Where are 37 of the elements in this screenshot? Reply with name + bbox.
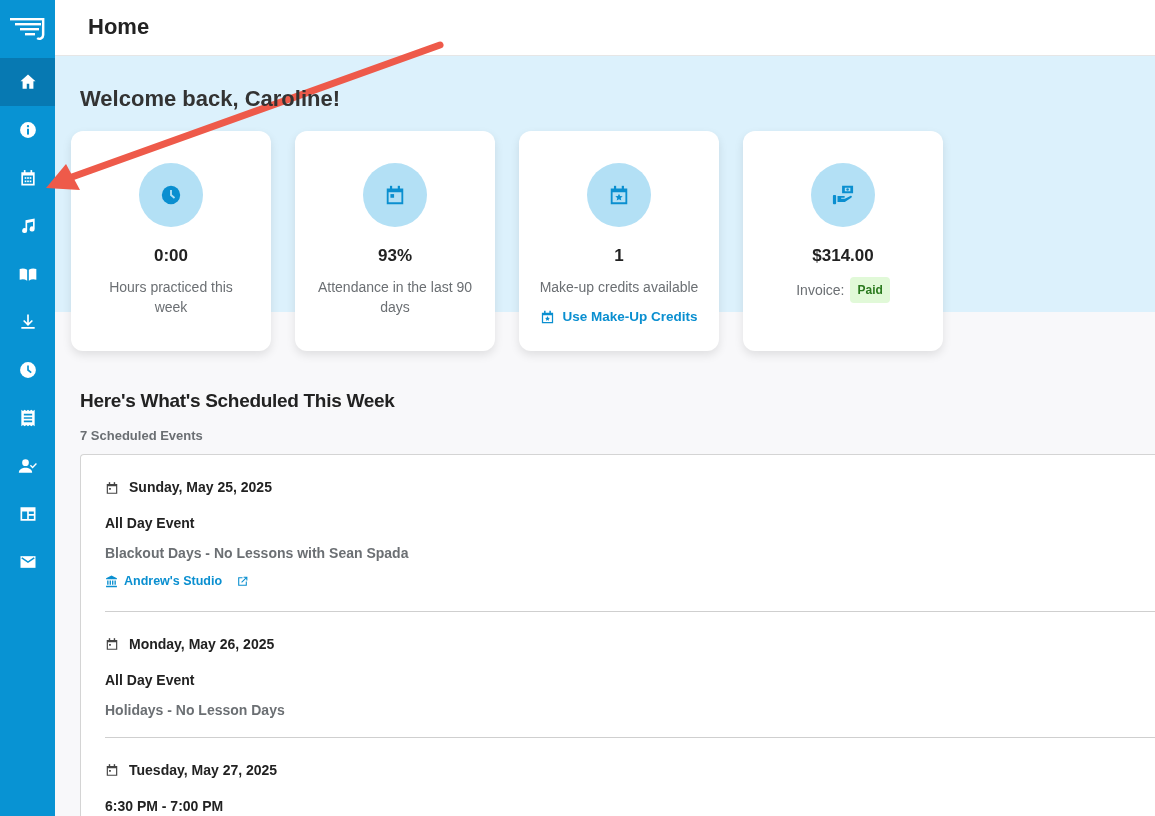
calendar-star-icon bbox=[608, 184, 630, 206]
stat-label: Invoice: bbox=[796, 280, 845, 300]
calendar-icon bbox=[105, 637, 119, 652]
stat-value: 1 bbox=[614, 245, 624, 267]
user-check-icon bbox=[17, 456, 38, 476]
clock-icon bbox=[17, 360, 38, 380]
external-link-icon bbox=[236, 575, 250, 589]
stat-value: $314.00 bbox=[812, 245, 874, 267]
stat-label: Hours practiced this week bbox=[108, 277, 234, 317]
event-title: Holidays - No Lesson Days bbox=[105, 700, 286, 720]
cash-hand-icon bbox=[832, 184, 854, 206]
calendar-icon bbox=[384, 184, 406, 206]
event-time: All Day Event bbox=[105, 670, 196, 690]
event-date: Monday, May 26, 2025 bbox=[129, 634, 275, 654]
event-title: Blackout Days - No Lessons with Sean Spada bbox=[105, 544, 410, 563]
event-date: Tuesday, May 27, 2025 bbox=[129, 760, 278, 780]
info-icon bbox=[17, 120, 38, 140]
clock-icon bbox=[160, 184, 182, 206]
logo-icon[interactable] bbox=[9, 16, 46, 42]
event-time: 6:30 PM - 7:00 PM bbox=[105, 796, 225, 816]
section-heading: Here's What's Scheduled This Week bbox=[80, 389, 396, 413]
building-icon bbox=[105, 574, 118, 588]
event-date: Sunday, May 25, 2025 bbox=[129, 478, 272, 497]
calendar-icon bbox=[105, 480, 119, 495]
status-badge: Paid bbox=[850, 276, 890, 303]
page-title: Home bbox=[88, 14, 150, 41]
use-credits-link[interactable]: Use Make-Up Credits bbox=[540, 306, 698, 327]
calendar-icon bbox=[105, 763, 119, 778]
stat-label: Make-up credits available bbox=[538, 277, 700, 297]
stat-value: 93% bbox=[378, 245, 412, 267]
event-count: 7 Scheduled Events bbox=[80, 426, 204, 445]
event-time: All Day Event bbox=[105, 514, 196, 533]
stat-value: 0:00 bbox=[154, 245, 188, 267]
calendar-star-icon bbox=[540, 308, 556, 325]
stat-label: Attendance in the last 90 days bbox=[316, 277, 474, 317]
studio-link[interactable]: Andrew's Studio bbox=[105, 572, 250, 591]
sidebar-item[interactable] bbox=[0, 58, 55, 106]
